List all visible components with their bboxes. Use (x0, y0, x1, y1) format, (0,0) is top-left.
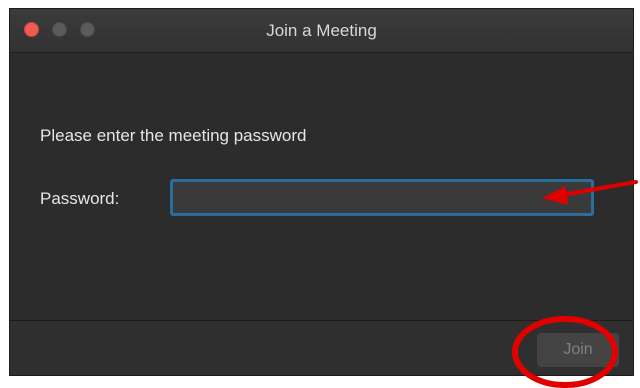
join-button[interactable]: Join (537, 333, 619, 367)
password-prompt: Please enter the meeting password (40, 126, 307, 145)
password-input[interactable] (170, 179, 594, 216)
dialog-footer: Join (10, 320, 633, 375)
password-label: Password: (40, 189, 120, 208)
window-title: Join a Meeting (266, 21, 377, 40)
join-meeting-window: Join a Meeting Please enter the meeting … (9, 8, 634, 376)
title-bar: Join a Meeting (10, 9, 633, 53)
